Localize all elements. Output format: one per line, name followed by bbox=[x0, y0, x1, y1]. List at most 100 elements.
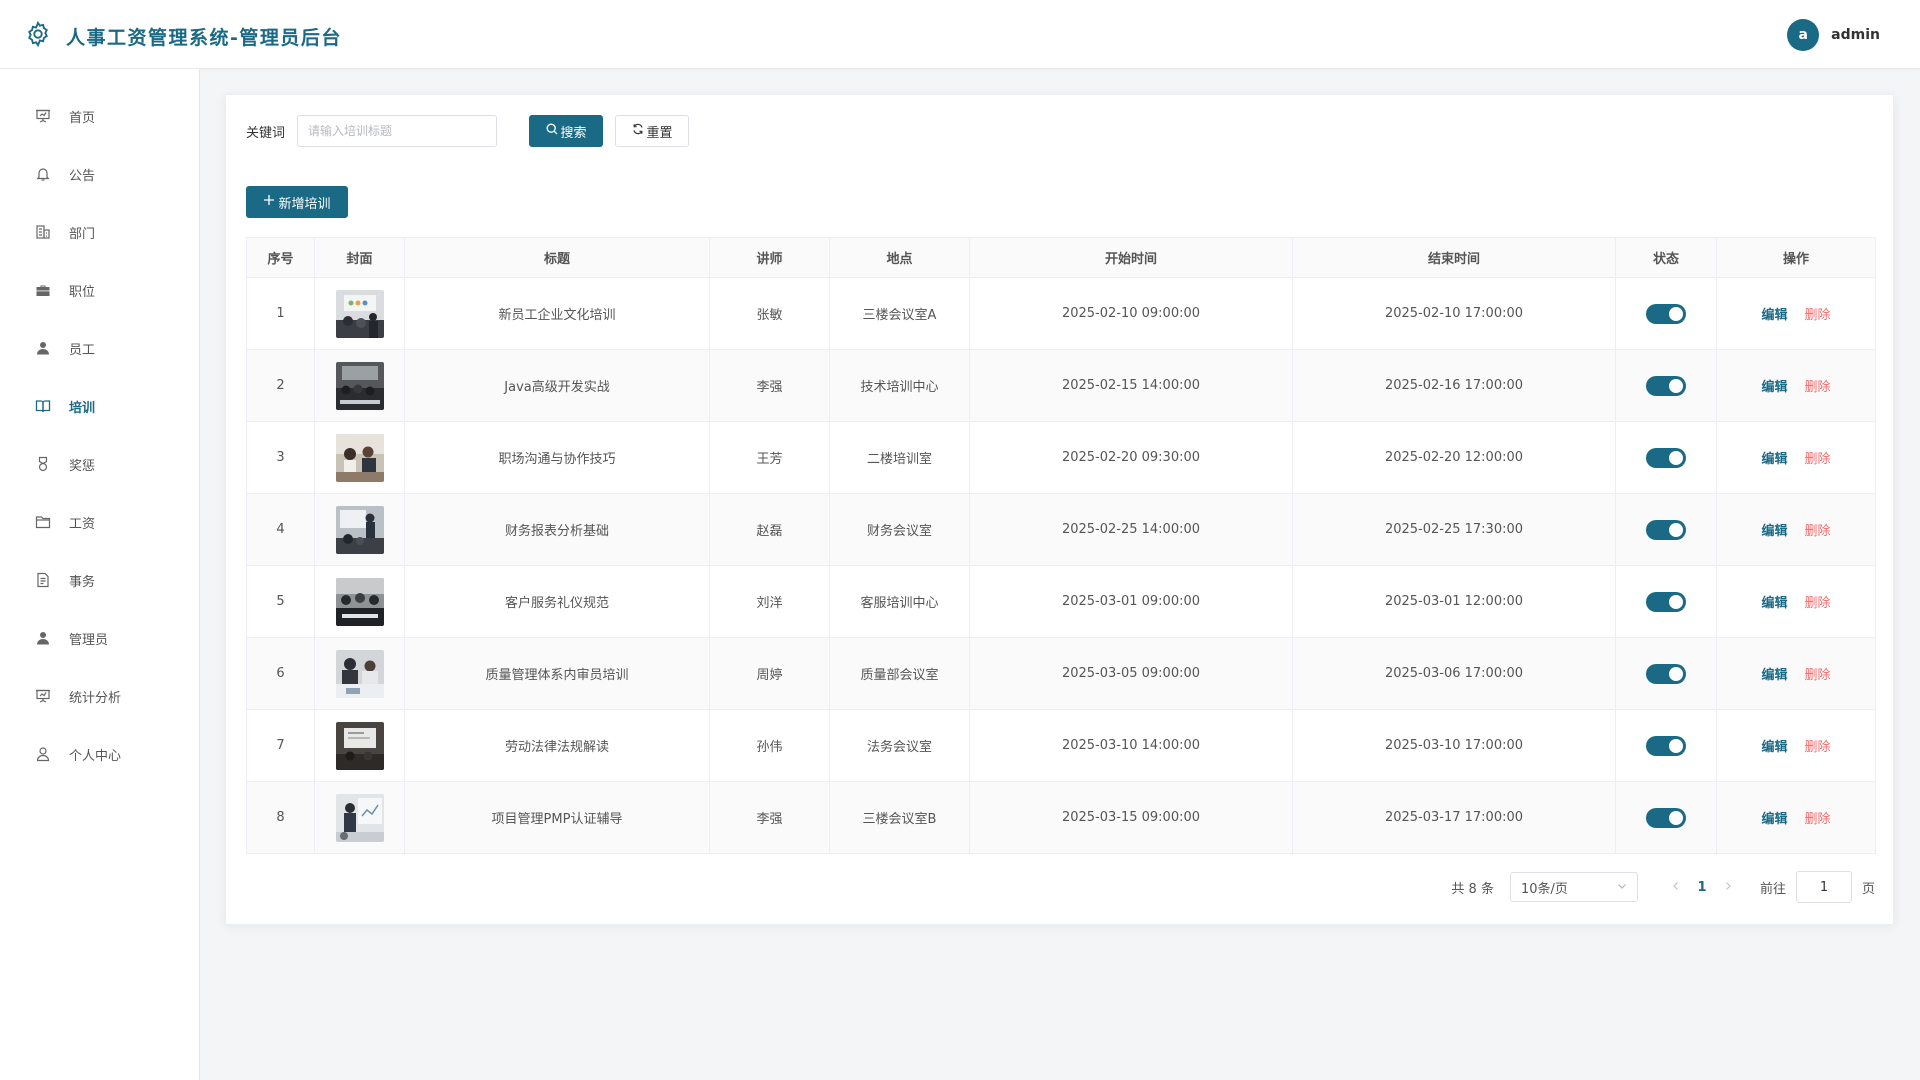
cell-lecturer: 周婷 bbox=[709, 637, 830, 710]
status-toggle[interactable] bbox=[1646, 447, 1686, 468]
cell-status bbox=[1615, 781, 1717, 854]
sidebar-item-notice[interactable]: 公告 bbox=[0, 154, 199, 194]
cover-image[interactable] bbox=[335, 361, 384, 410]
edit-link[interactable]: 编辑 bbox=[1761, 740, 1787, 755]
table-row: 6 质量管理体系内审员培训 周婷 质量部会议室 2025-03-05 09:00… bbox=[246, 637, 1876, 710]
cover-image[interactable] bbox=[335, 721, 384, 770]
user-menu[interactable]: a admin bbox=[1787, 19, 1880, 51]
page-number-current[interactable]: 1 bbox=[1688, 880, 1716, 895]
cell-end-time: 2025-03-01 12:00:00 bbox=[1292, 565, 1616, 638]
cell-end-time: 2025-03-17 17:00:00 bbox=[1292, 781, 1616, 854]
status-toggle[interactable] bbox=[1646, 807, 1686, 828]
cell-start-time: 2025-02-20 09:30:00 bbox=[969, 421, 1293, 494]
edit-link[interactable]: 编辑 bbox=[1761, 812, 1787, 827]
edit-link[interactable]: 编辑 bbox=[1761, 452, 1787, 467]
user-filled-icon bbox=[34, 339, 52, 357]
cell-index: 3 bbox=[246, 421, 315, 494]
status-toggle[interactable] bbox=[1646, 663, 1686, 684]
cell-status bbox=[1615, 349, 1717, 422]
edit-link[interactable]: 编辑 bbox=[1761, 380, 1787, 395]
sidebar-item-label: 公告 bbox=[69, 168, 96, 184]
username[interactable]: admin bbox=[1831, 27, 1880, 43]
sidebar-item-rewards[interactable]: 奖惩 bbox=[0, 444, 199, 484]
status-toggle[interactable] bbox=[1646, 375, 1686, 396]
cell-location: 质量部会议室 bbox=[829, 637, 970, 710]
sidebar-item-employee[interactable]: 员工 bbox=[0, 328, 199, 368]
cell-index: 4 bbox=[246, 493, 315, 566]
cell-end-time: 2025-03-10 17:00:00 bbox=[1292, 709, 1616, 782]
delete-link[interactable]: 删除 bbox=[1805, 668, 1831, 683]
cell-status bbox=[1615, 493, 1717, 566]
cell-location: 技术培训中心 bbox=[829, 349, 970, 422]
edit-link[interactable]: 编辑 bbox=[1761, 668, 1787, 683]
sidebar-item-affairs[interactable]: 事务 bbox=[0, 560, 199, 600]
sidebar-item-training[interactable]: 培训 bbox=[0, 386, 199, 426]
cover-image[interactable] bbox=[335, 289, 384, 338]
cell-title: 劳动法律法规解读 bbox=[404, 709, 710, 782]
status-toggle[interactable] bbox=[1646, 591, 1686, 612]
delete-link[interactable]: 删除 bbox=[1805, 452, 1831, 467]
search-icon bbox=[546, 123, 561, 139]
toggle-knob bbox=[1669, 738, 1683, 753]
toggle-knob bbox=[1669, 810, 1683, 825]
delete-link[interactable]: 删除 bbox=[1805, 524, 1831, 539]
edit-link[interactable]: 编辑 bbox=[1761, 524, 1787, 539]
training-card: 关键词 搜索 重置 新增培训 序号 封面 标题 讲师 地点 开始时间 结束时间 bbox=[225, 94, 1894, 925]
cell-title: 财务报表分析基础 bbox=[404, 493, 710, 566]
column-header-actions: 操作 bbox=[1716, 237, 1876, 278]
cover-image[interactable] bbox=[335, 433, 384, 482]
prev-page-button[interactable] bbox=[1664, 880, 1688, 895]
briefcase-icon bbox=[34, 281, 52, 299]
cell-status bbox=[1615, 565, 1717, 638]
total-count: 共 8 条 bbox=[1451, 881, 1494, 897]
sidebar-item-position[interactable]: 职位 bbox=[0, 270, 199, 310]
chevron-down-icon bbox=[1617, 880, 1627, 895]
cell-location: 三楼会议室B bbox=[829, 781, 970, 854]
cover-image[interactable] bbox=[335, 577, 384, 626]
delete-link[interactable]: 删除 bbox=[1805, 740, 1831, 755]
cell-lecturer: 孙伟 bbox=[709, 709, 830, 782]
toggle-knob bbox=[1669, 306, 1683, 321]
app-title: 人事工资管理系统-管理员后台 bbox=[66, 26, 342, 49]
cell-status bbox=[1615, 421, 1717, 494]
sidebar-item-statistics[interactable]: 统计分析 bbox=[0, 676, 199, 716]
goto-page-input[interactable] bbox=[1795, 871, 1852, 903]
search-button[interactable]: 搜索 bbox=[529, 115, 604, 147]
delete-link[interactable]: 删除 bbox=[1805, 380, 1831, 395]
sidebar: 首页 公告 部门 职位 员工 培训 奖惩 工资 事务 管理员 统计分析 个人中心 bbox=[0, 69, 200, 1080]
avatar[interactable]: a bbox=[1787, 19, 1820, 51]
reset-button[interactable]: 重置 bbox=[615, 115, 690, 147]
sidebar-item-admin[interactable]: 管理员 bbox=[0, 618, 199, 658]
keyword-input[interactable] bbox=[297, 115, 498, 147]
column-header-index: 序号 bbox=[246, 237, 315, 278]
edit-link[interactable]: 编辑 bbox=[1761, 308, 1787, 323]
cover-image[interactable] bbox=[335, 649, 384, 698]
sidebar-item-label: 部门 bbox=[69, 226, 96, 242]
sidebar-item-label: 培训 bbox=[69, 400, 96, 416]
status-toggle[interactable] bbox=[1646, 735, 1686, 756]
sidebar-item-department[interactable]: 部门 bbox=[0, 212, 199, 252]
cell-cover bbox=[314, 493, 405, 566]
delete-link[interactable]: 删除 bbox=[1805, 596, 1831, 611]
cover-image[interactable] bbox=[335, 505, 384, 554]
sidebar-item-label: 首页 bbox=[69, 110, 96, 126]
pagination: 共 8 条 10条/页 1 前往 页 bbox=[1451, 871, 1875, 903]
cover-image[interactable] bbox=[335, 793, 384, 842]
edit-link[interactable]: 编辑 bbox=[1761, 596, 1787, 611]
delete-link[interactable]: 删除 bbox=[1805, 812, 1831, 827]
sidebar-item-salary[interactable]: 工资 bbox=[0, 502, 199, 542]
page-size-select[interactable]: 10条/页 bbox=[1509, 872, 1638, 902]
delete-link[interactable]: 删除 bbox=[1805, 308, 1831, 323]
sidebar-item-label: 统计分析 bbox=[69, 690, 122, 706]
cell-title: 新员工企业文化培训 bbox=[404, 277, 710, 350]
status-toggle[interactable] bbox=[1646, 303, 1686, 324]
sidebar-item-home[interactable]: 首页 bbox=[0, 96, 199, 136]
sidebar-item-profile[interactable]: 个人中心 bbox=[0, 734, 199, 774]
page-suffix: 页 bbox=[1861, 881, 1875, 897]
cell-start-time: 2025-03-10 14:00:00 bbox=[969, 709, 1293, 782]
next-page-button[interactable] bbox=[1716, 880, 1740, 895]
table-row: 5 客户服务礼仪规范 刘洋 客服培训中心 2025-03-01 09:00:00… bbox=[246, 565, 1876, 638]
add-training-button[interactable]: 新增培训 bbox=[246, 186, 348, 218]
status-toggle[interactable] bbox=[1646, 519, 1686, 540]
cell-index: 5 bbox=[246, 565, 315, 638]
